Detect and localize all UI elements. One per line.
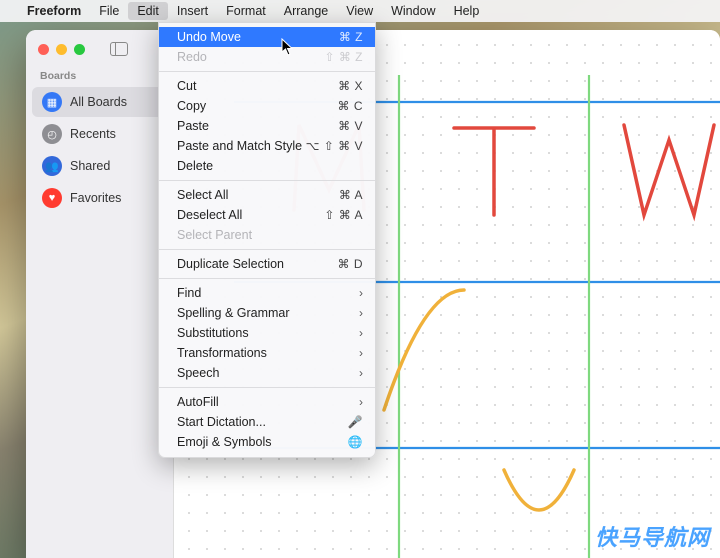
menu-item-shortcut: ⇧ ⌘ A [324, 208, 363, 222]
chevron-right-icon: › [359, 346, 363, 360]
menu-item-label: Speech [177, 366, 359, 380]
menu-item-shortcut: ⌘ A [339, 188, 363, 202]
menu-help[interactable]: Help [445, 2, 489, 20]
menu-insert[interactable]: Insert [168, 2, 217, 20]
grid-icon: ▦ [42, 92, 62, 112]
menu-window[interactable]: Window [382, 2, 444, 20]
menu-item-label: Substitutions [177, 326, 359, 340]
menu-item-redo: Redo ⇧ ⌘ Z [159, 47, 375, 67]
toggle-sidebar-icon[interactable] [110, 42, 128, 56]
sidebar-item-label: All Boards [70, 95, 127, 109]
menu-item-shortcut: ⌥ ⇧ ⌘ V [306, 139, 363, 153]
menu-item-label: Start Dictation... [177, 415, 348, 429]
window-controls [26, 38, 173, 66]
people-icon: 👥 [42, 156, 62, 176]
sidebar-item-all-boards[interactable]: ▦ All Boards [32, 87, 167, 117]
sidebar-section-title: Boards [26, 66, 173, 86]
menu-item-label: Deselect All [177, 208, 324, 222]
menu-item-label: Paste [177, 119, 338, 133]
heart-icon: ♥ [42, 188, 62, 208]
menu-separator [159, 387, 375, 388]
sidebar-item-recents[interactable]: ◴ Recents [32, 119, 167, 149]
zoom-button[interactable] [74, 44, 85, 55]
menu-item-transformations[interactable]: Transformations › [159, 343, 375, 363]
menu-item-shortcut: ⌘ C [338, 99, 364, 113]
menu-item-dictation[interactable]: Start Dictation... 🎤 [159, 412, 375, 432]
menu-item-delete[interactable]: Delete [159, 156, 375, 176]
chevron-right-icon: › [359, 366, 363, 380]
menu-item-label: Redo [177, 50, 324, 64]
menu-item-label: Delete [177, 159, 363, 173]
menu-item-substitutions[interactable]: Substitutions › [159, 323, 375, 343]
minimize-button[interactable] [56, 44, 67, 55]
edit-menu-dropdown: Undo Move ⌘ Z Redo ⇧ ⌘ Z Cut ⌘ X Copy ⌘ … [158, 22, 376, 458]
menu-item-cut[interactable]: Cut ⌘ X [159, 76, 375, 96]
menu-item-label: Spelling & Grammar [177, 306, 359, 320]
menu-item-autofill[interactable]: AutoFill › [159, 392, 375, 412]
menu-edit[interactable]: Edit [128, 2, 168, 20]
menu-item-label: Duplicate Selection [177, 257, 338, 271]
app-menu[interactable]: Freeform [18, 2, 90, 20]
menu-separator [159, 180, 375, 181]
watermark-text: 快马导航网 [595, 520, 710, 552]
menu-item-duplicate[interactable]: Duplicate Selection ⌘ D [159, 254, 375, 274]
menu-item-label: Paste and Match Style [177, 139, 306, 153]
menu-item-shortcut: ⌘ V [338, 119, 363, 133]
menu-item-spelling[interactable]: Spelling & Grammar › [159, 303, 375, 323]
clock-icon: ◴ [42, 124, 62, 144]
menu-file[interactable]: File [90, 2, 128, 20]
chevron-right-icon: › [359, 326, 363, 340]
menu-item-select-all[interactable]: Select All ⌘ A [159, 185, 375, 205]
chevron-right-icon: › [359, 395, 363, 409]
menu-view[interactable]: View [337, 2, 382, 20]
system-menubar: Freeform File Edit Insert Format Arrange… [0, 0, 720, 22]
menu-item-label: Find [177, 286, 359, 300]
menu-item-undo[interactable]: Undo Move ⌘ Z [159, 27, 375, 47]
menu-item-paste-match-style[interactable]: Paste and Match Style ⌥ ⇧ ⌘ V [159, 136, 375, 156]
menu-item-paste[interactable]: Paste ⌘ V [159, 116, 375, 136]
mic-icon: 🎤 [348, 415, 363, 429]
menu-item-label: Cut [177, 79, 338, 93]
menu-item-speech[interactable]: Speech › [159, 363, 375, 383]
menu-item-shortcut: ⌘ Z [339, 30, 363, 44]
sidebar-item-label: Recents [70, 127, 116, 141]
menu-item-deselect-all[interactable]: Deselect All ⇧ ⌘ A [159, 205, 375, 225]
sidebar-item-shared[interactable]: 👥 Shared [32, 151, 167, 181]
menu-item-label: Select Parent [177, 228, 363, 242]
sidebar-item-label: Shared [70, 159, 110, 173]
menu-item-shortcut: ⌘ D [338, 257, 364, 271]
menu-separator [159, 249, 375, 250]
close-button[interactable] [38, 44, 49, 55]
menu-item-label: Copy [177, 99, 338, 113]
chevron-right-icon: › [359, 306, 363, 320]
menu-item-label: Emoji & Symbols [177, 435, 348, 449]
menu-item-find[interactable]: Find › [159, 283, 375, 303]
menu-item-copy[interactable]: Copy ⌘ C [159, 96, 375, 116]
sidebar-item-favorites[interactable]: ♥ Favorites [32, 183, 167, 213]
chevron-right-icon: › [359, 286, 363, 300]
menu-arrange[interactable]: Arrange [275, 2, 337, 20]
sidebar: Boards ▦ All Boards ◴ Recents 👥 Shared ♥… [26, 30, 174, 558]
sidebar-item-label: Favorites [70, 191, 121, 205]
menu-item-label: Transformations [177, 346, 359, 360]
globe-icon: 🌐 [348, 435, 363, 449]
menu-separator [159, 278, 375, 279]
menu-separator [159, 71, 375, 72]
menu-format[interactable]: Format [217, 2, 275, 20]
menu-item-label: Undo Move [177, 30, 339, 44]
menu-item-shortcut: ⌘ X [338, 79, 363, 93]
menu-item-label: AutoFill [177, 395, 359, 409]
menu-item-emoji[interactable]: Emoji & Symbols 🌐 [159, 432, 375, 452]
menu-item-shortcut: ⇧ ⌘ Z [324, 50, 363, 64]
menu-item-select-parent: Select Parent [159, 225, 375, 245]
menu-item-label: Select All [177, 188, 339, 202]
